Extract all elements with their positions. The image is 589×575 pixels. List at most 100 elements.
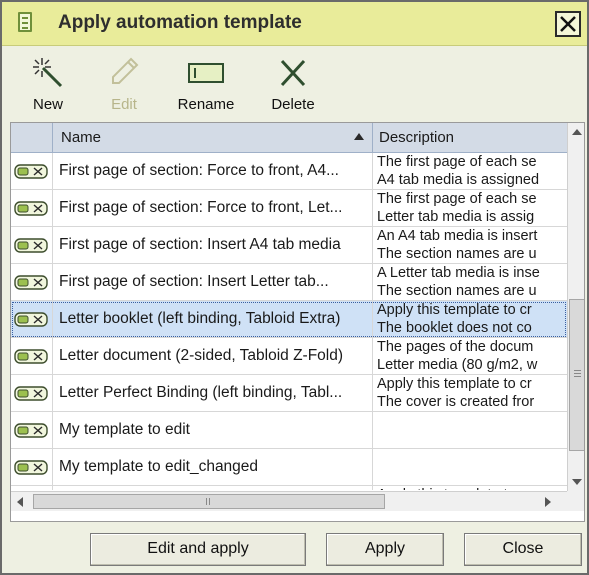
row-icon-cell — [11, 449, 53, 485]
template-description-cell: The pages of the docum Letter media (80 g… — [373, 338, 567, 374]
apply-automation-template-dialog: Apply automation template New Edit Renam… — [0, 0, 589, 575]
templates-table: Name Description First page of section: … — [10, 122, 585, 522]
new-button[interactable]: New — [26, 54, 70, 113]
close-window-button[interactable] — [555, 11, 581, 37]
name-header-label: Name — [61, 129, 102, 146]
rename-button[interactable]: Rename — [174, 54, 238, 113]
description-column-header[interactable]: Description — [373, 123, 567, 153]
magic-wand-icon — [33, 58, 63, 88]
edit-and-apply-button[interactable]: Edit and apply — [90, 533, 306, 566]
rename-label: Rename — [177, 96, 235, 113]
row-icon-cell — [11, 153, 53, 189]
template-description-cell — [373, 412, 567, 448]
table-row[interactable]: Letter booklet (left binding, Tabloid Ex… — [11, 301, 567, 338]
row-icon-cell — [11, 264, 53, 300]
template-description-cell — [373, 449, 567, 485]
vertical-scroll-thumb[interactable] — [569, 299, 584, 451]
description-line-1: The pages of the docum — [377, 339, 534, 355]
delete-button[interactable]: Delete — [268, 54, 318, 113]
description-line-2: Letter tab media is assig — [377, 209, 535, 225]
template-description-cell: An A4 tab media is insert The section nam… — [373, 227, 567, 263]
template-icon — [14, 460, 48, 475]
template-icon — [14, 423, 48, 438]
template-name-cell: Letter Perfect Binding (left binding, Ta… — [53, 375, 373, 411]
horizontal-scrollbar[interactable] — [11, 491, 567, 511]
description-line-2: The booklet does not co — [377, 320, 532, 336]
template-name-cell: First page of section: Force to front, A… — [53, 153, 373, 189]
row-icon-cell — [11, 486, 53, 490]
scroll-left-arrow[interactable] — [11, 492, 29, 511]
title-bar: Apply automation template — [2, 2, 587, 46]
template-name-cell: My template to edit — [53, 412, 373, 448]
horizontal-scroll-thumb[interactable] — [33, 494, 385, 509]
description-line-1: The first page of each se — [377, 191, 537, 207]
table-row[interactable]: Letter Perfect Binding (left binding, Ta… — [11, 375, 567, 412]
description-header-label: Description — [379, 129, 455, 146]
icon-column-header — [11, 123, 53, 153]
template-icon — [14, 275, 48, 290]
template-description-cell: A Letter tab media is inse The section na… — [373, 264, 567, 300]
row-icon-cell — [11, 301, 53, 337]
description-line-2: A4 tab media is assigned — [377, 172, 540, 188]
scroll-down-arrow[interactable] — [568, 473, 584, 491]
row-icon-cell — [11, 412, 53, 448]
template-description-cell: Apply this template to cr The cover is cr… — [373, 375, 567, 411]
template-icon — [14, 238, 48, 253]
template-name-cell: Letter booklet (left binding, Tabloid Ex… — [53, 301, 373, 337]
description-line-1: Apply this template to cr — [377, 486, 567, 490]
vertical-scrollbar[interactable] — [567, 123, 584, 491]
scrollbar-corner — [567, 491, 584, 511]
template-name-cell: My template to edit_changed — [53, 449, 373, 485]
description-line-2: The cover is created fror — [377, 394, 535, 410]
template-name-cell: First page of section: Insert Letter tab… — [53, 264, 373, 300]
sort-ascending-icon — [354, 133, 364, 140]
template-name-cell: First page of section: Force to front, L… — [53, 190, 373, 226]
delete-x-icon — [280, 59, 306, 87]
description-line-1: A Letter tab media is inse — [377, 265, 540, 281]
template-icon — [14, 386, 48, 401]
template-name-cell: First page of section: Insert A4 tab med… — [53, 227, 373, 263]
template-description-cell: The first page of each se A4 tab media is… — [373, 153, 567, 189]
row-icon-cell — [11, 227, 53, 263]
pencil-icon — [112, 57, 139, 84]
description-line-1: Apply this template to cr — [377, 302, 532, 318]
new-label: New — [32, 96, 63, 113]
description-line-1: The first page of each se — [377, 154, 537, 170]
description-line-1: Apply this template to cr — [377, 376, 532, 392]
table-row[interactable]: My template to edit — [11, 412, 567, 449]
description-line-1: An A4 tab media is insert — [377, 228, 538, 244]
edit-button[interactable]: Edit — [102, 54, 146, 113]
table-row[interactable]: First page of section: Force to front, A… — [11, 153, 567, 190]
description-line-2: The section names are u — [377, 246, 537, 262]
edit-label: Edit — [111, 96, 137, 113]
table-row[interactable]: First page of section: Insert Letter tab… — [11, 264, 567, 301]
close-button[interactable]: Close — [464, 533, 582, 566]
template-description-cell: The first page of each se Letter tab medi… — [373, 190, 567, 226]
table-row[interactable]: Letter document (2-sided, Tabloid Z-Fold… — [11, 338, 567, 375]
apply-button[interactable]: Apply — [326, 533, 444, 566]
toolbar: New Edit Rename Delete — [2, 46, 587, 120]
rename-field-icon — [188, 63, 224, 83]
table-row[interactable]: First page of section: Insert A4 tab med… — [11, 227, 567, 264]
table-row[interactable]: My template to edit_changed — [11, 449, 567, 486]
table-row[interactable]: First page of section: Force to front, L… — [11, 190, 567, 227]
description-line-2: Letter media (80 g/m2, w — [377, 357, 538, 373]
description-line-2: The section names are u — [377, 283, 537, 299]
table-header: Name Description — [11, 123, 567, 153]
template-document-icon — [18, 12, 32, 32]
template-icon — [14, 349, 48, 364]
dialog-title: Apply automation template — [58, 12, 302, 33]
template-icon — [14, 201, 48, 216]
template-description-cell: Apply this template to cr — [373, 486, 567, 490]
delete-label: Delete — [271, 96, 315, 113]
close-icon — [560, 16, 576, 32]
template-icon — [14, 164, 48, 179]
name-column-header[interactable]: Name — [53, 123, 373, 153]
table-body: First page of section: Force to front, A… — [11, 153, 567, 490]
scroll-up-arrow[interactable] — [568, 123, 584, 141]
table-row[interactable]: Apply this template to cr — [11, 486, 567, 490]
scroll-right-arrow[interactable] — [537, 492, 557, 511]
template-name-cell: Letter document (2-sided, Tabloid Z-Fold… — [53, 338, 373, 374]
row-icon-cell — [11, 190, 53, 226]
template-name-cell — [53, 486, 373, 490]
